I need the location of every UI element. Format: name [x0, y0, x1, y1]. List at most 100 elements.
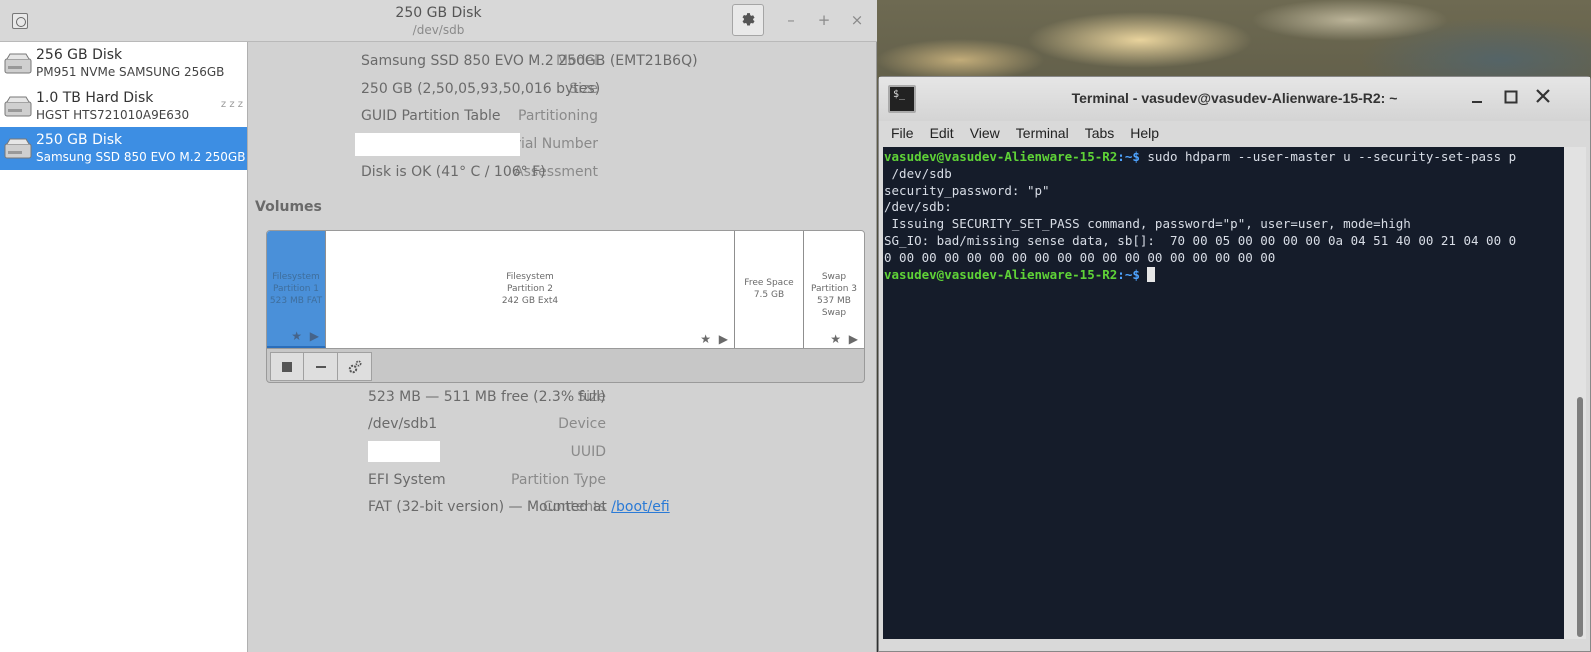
menu-edit[interactable]: Edit [930, 121, 954, 147]
stop-icon [282, 361, 292, 372]
disk-name: 250 GB Disk [36, 132, 123, 148]
terminal-cursor [1147, 266, 1156, 282]
disks-titlebar[interactable]: 250 GB Disk /dev/sdb – + × [0, 0, 877, 42]
terminal-close-button[interactable] [1532, 88, 1554, 110]
volume-segment-partition-2[interactable]: Filesystem Partition 2 242 GB Ext4 ★ ▶ [326, 231, 735, 348]
prompt-user: vasudev@vasudev-Alienware-15-R2 [884, 266, 1118, 282]
segment-line: Swap [821, 272, 847, 282]
size-row: Size 250 GB (2,50,05,93,50,016 bytes) [248, 81, 877, 103]
hard-drive-icon [4, 138, 32, 159]
delete-partition-button[interactable] [304, 352, 338, 381]
partitioning-value: GUID Partition Table [361, 108, 501, 124]
terminal-line: SG_IO: bad/missing sense data, sb[]: 70 … [884, 232, 1517, 248]
terminal-line: security_password: "p" [884, 182, 1050, 198]
maximize-icon [1504, 90, 1518, 104]
standby-icon: z z z [220, 98, 243, 110]
volume-segment-free-space[interactable]: Free Space 7.5 GB [735, 231, 804, 348]
terminal-minimize-button[interactable] [1466, 88, 1488, 110]
model-row: Model Samsung SSD 850 EVO M.2 250GB (EMT… [248, 53, 877, 75]
menu-tabs[interactable]: Tabs [1085, 121, 1115, 147]
disk-list-item-selected[interactable]: 250 GB Disk Samsung SSD 850 EVO M.2 250G… [0, 127, 247, 170]
drive-details: Model Samsung SSD 850 EVO M.2 250GB (EMT… [248, 42, 877, 652]
menu-help[interactable]: Help [1130, 121, 1159, 147]
terminal-maximize-button[interactable] [1500, 88, 1522, 110]
terminal-command-line: vasudev@vasudev-Alienware-15-R2:~$ sudo … [884, 149, 1564, 166]
partitioning-label: Partitioning [518, 108, 598, 124]
volumes-heading: Volumes [255, 199, 322, 215]
segment-line: 537 MB Swap [817, 296, 851, 318]
uuid-label: UUID [570, 444, 606, 460]
size-value: 250 GB (2,50,05,93,50,016 bytes) [361, 81, 601, 97]
partition-options-button[interactable] [338, 352, 372, 381]
volume-bar: Filesystem Partition 1 523 MB FAT ★ ▶ Fi… [267, 231, 864, 349]
uuid-value [368, 441, 440, 462]
terminal-line: 0 00 00 00 00 00 00 00 00 00 00 00 00 00… [884, 249, 1276, 265]
terminal-line: /dev/sdb [884, 165, 952, 181]
segment-line: 523 MB FAT [269, 296, 323, 306]
segment-line: 7.5 GB [753, 290, 785, 300]
maximize-button[interactable]: + [814, 10, 834, 30]
disk-model: HGST HTS721010A9E630 [36, 107, 190, 122]
gears-icon [348, 359, 362, 373]
partition-size-value: 523 MB — 511 MB free (2.3% full) [368, 389, 606, 405]
partition-type-row: Partition Type EFI System [248, 472, 877, 494]
model-value: Samsung SSD 850 EVO M.2 250GB (EMT21B6Q) [361, 53, 698, 69]
close-button[interactable]: × [847, 10, 867, 30]
volume-segment-swap[interactable]: Swap Partition 3 537 MB Swap ★ ▶ [804, 231, 864, 348]
minus-icon [315, 365, 326, 368]
mounted-indicator-icon: ★ ▶ [830, 332, 860, 346]
device-row: Device /dev/sdb1 [248, 416, 877, 438]
close-icon [1536, 89, 1550, 103]
minimize-icon [1472, 101, 1482, 103]
segment-line: Filesystem [272, 272, 320, 282]
terminal-scrollbar[interactable] [1564, 147, 1586, 639]
disk-list: 256 GB Disk PM951 NVMe SAMSUNG 256GB 1.0… [0, 42, 248, 652]
assessment-value: Disk is OK (41° C / 106° F) [361, 164, 546, 180]
terminal-output[interactable]: vasudev@vasudev-Alienware-15-R2:~$ sudo … [883, 147, 1564, 639]
hard-drive-icon [4, 96, 32, 116]
volume-map: Filesystem Partition 1 523 MB FAT ★ ▶ Fi… [266, 230, 865, 383]
serial-row: Serial Number [248, 133, 877, 158]
terminal-line: /dev/sdb: [884, 199, 952, 215]
contents-row: Contents FAT (32-bit version) — Mounted … [248, 499, 877, 521]
device-label: Device [558, 416, 606, 432]
partition-type-label: Partition Type [511, 472, 606, 488]
menu-terminal[interactable]: Terminal [1016, 121, 1069, 147]
segment-line: Partition 3 [810, 284, 858, 294]
mount-point-link[interactable]: /boot/efi [611, 499, 669, 515]
terminal-scrollbar-thumb[interactable] [1577, 397, 1583, 637]
disk-list-item[interactable]: 256 GB Disk PM951 NVMe SAMSUNG 256GB [0, 42, 247, 85]
device-value: /dev/sdb1 [368, 416, 438, 432]
minimize-button[interactable]: – [781, 10, 801, 30]
drive-options-button[interactable] [732, 4, 764, 36]
volume-toolbar [270, 352, 372, 381]
gear-icon [742, 13, 755, 26]
contents-text: FAT (32-bit version) — Mounted at [368, 499, 612, 515]
disk-model: Samsung SSD 850 EVO M.2 250GB [36, 150, 246, 164]
uuid-row: UUID [248, 441, 877, 466]
unmount-button[interactable] [270, 352, 304, 381]
assessment-row: Assessment Disk is OK (41° C / 106° F) [248, 164, 877, 186]
menu-view[interactable]: View [970, 121, 1000, 147]
terminal-titlebar[interactable]: $_ Terminal - vasudev@vasudev-Alienware-… [879, 77, 1590, 121]
partition-type-value: EFI System [368, 472, 446, 488]
terminal-prompt-line: vasudev@vasudev-Alienware-15-R2:~$ [884, 266, 1564, 284]
terminal-line: Issuing SECURITY_SET_PASS command, passw… [884, 216, 1411, 232]
prompt-path: :~$ [1117, 149, 1140, 164]
disk-model: PM951 NVMe SAMSUNG 256GB [36, 65, 225, 79]
disk-name: 1.0 TB Hard Disk [36, 89, 154, 106]
segment-line: Partition 2 [506, 284, 554, 294]
volume-segment-partition-1[interactable]: Filesystem Partition 1 523 MB FAT ★ ▶ [267, 231, 326, 348]
disks-window: 250 GB Disk /dev/sdb – + × 256 GB Disk P… [0, 0, 877, 652]
prompt-path: :~$ [1117, 266, 1140, 282]
partition-size-row: Size 523 MB — 511 MB free (2.3% full) [248, 389, 877, 411]
disk-list-item[interactable]: 1.0 TB Hard Disk HGST HTS721010A9E630 z … [0, 85, 247, 128]
segment-line: 242 GB Ext4 [501, 296, 559, 306]
mounted-indicator-icon: ★ ▶ [700, 332, 730, 346]
menu-file[interactable]: File [891, 121, 914, 147]
serial-value [355, 133, 520, 156]
segment-line: Partition 1 [272, 284, 320, 294]
contents-value: FAT (32-bit version) — Mounted at /boot/… [368, 499, 670, 515]
segment-line: Filesystem [506, 272, 554, 282]
mounted-indicator-icon: ★ ▶ [291, 329, 321, 343]
